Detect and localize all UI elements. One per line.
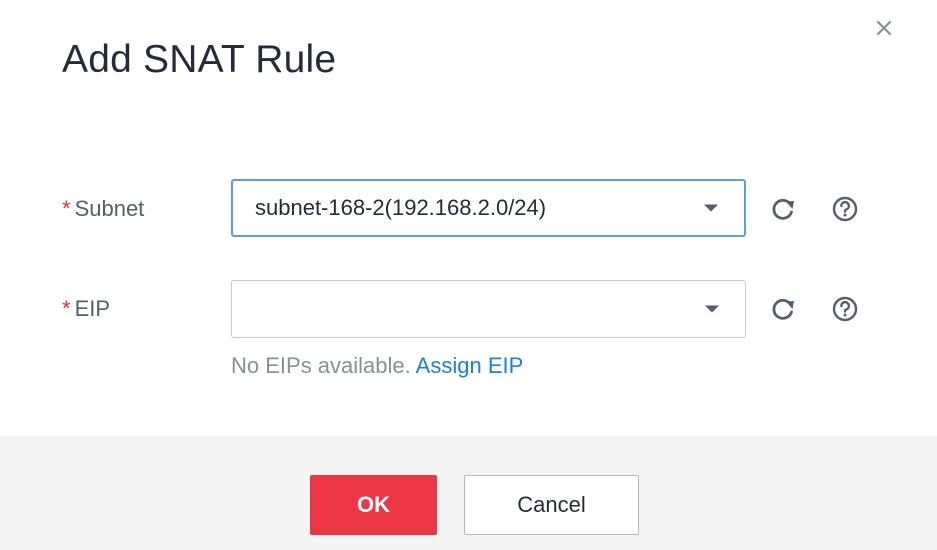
refresh-icon[interactable] xyxy=(768,194,798,224)
dialog-title: Add SNAT Rule xyxy=(62,38,337,81)
subnet-select-value: subnet-168-2(192.168.2.0/24) xyxy=(255,195,547,220)
help-icon[interactable] xyxy=(830,194,860,224)
eip-label-text: EIP xyxy=(74,296,111,321)
required-mark: * xyxy=(62,196,71,221)
subnet-label: * Subnet xyxy=(62,196,144,222)
subnet-select[interactable]: subnet-168-2(192.168.2.0/24) xyxy=(231,179,746,237)
add-snat-rule-dialog: Add SNAT Rule * Subnet subnet-168-2(192.1… xyxy=(0,0,937,550)
help-icon[interactable] xyxy=(830,294,860,324)
chevron-down-icon xyxy=(704,204,718,212)
eip-hint-text: No EIPs available. xyxy=(231,353,411,378)
close-icon[interactable] xyxy=(872,16,896,40)
subnet-label-text: Subnet xyxy=(74,196,145,221)
required-mark: * xyxy=(62,296,71,321)
eip-label: * EIP xyxy=(62,296,110,322)
chevron-down-icon xyxy=(705,305,719,313)
ok-button[interactable]: OK xyxy=(310,475,437,535)
refresh-icon[interactable] xyxy=(768,294,798,324)
eip-select[interactable] xyxy=(231,280,746,338)
assign-eip-link[interactable]: Assign EIP xyxy=(416,353,524,378)
eip-hint: No EIPs available. Assign EIP xyxy=(231,353,523,379)
cancel-button[interactable]: Cancel xyxy=(464,475,639,535)
